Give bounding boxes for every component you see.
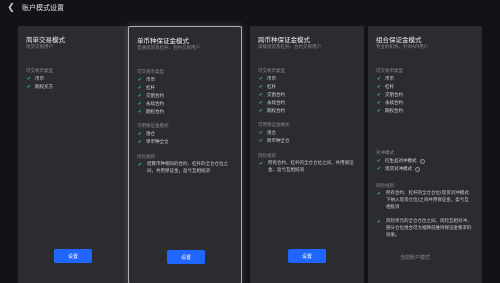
card-title: 简单交易模式: [26, 36, 65, 44]
page-title: 账户模式设置: [22, 4, 64, 12]
list-item: ✔ 单币种全仓: [137, 139, 169, 145]
list-item: ✔ 逐仓: [137, 131, 155, 137]
list-item: ✔ 币币: [137, 77, 155, 83]
list-item: ✔: [376, 219, 385, 225]
check-icon: ✔: [137, 109, 143, 115]
list-item: ✔ 逐仓: [258, 130, 276, 136]
back-arrow-icon[interactable]: ❮: [6, 1, 16, 15]
check-icon: ✔: [26, 84, 32, 90]
section-label: 对冲模式: [376, 151, 394, 156]
card-portfolio-margin: 组合保证金模式 专业的机构、针对API用户 可交易币类型 ✔ 币币 ✔ 杠杆 ✔ 交割…: [368, 26, 482, 283]
section-label: 可用保证金模式: [137, 124, 169, 129]
list-item: ✔: [376, 191, 385, 197]
info-icon[interactable]: i: [415, 166, 420, 172]
list-item: ✔ 永续合约: [258, 100, 285, 106]
check-icon: ✔: [137, 131, 143, 137]
check-icon: ✔: [258, 108, 264, 114]
list-item: ✔ 期权合约: [137, 109, 164, 115]
check-icon: ✔: [258, 92, 264, 98]
card-subtitle: 普通现货及杠杆、合约交易用户: [137, 46, 200, 51]
list-item: ✔ 期权买方: [26, 84, 53, 90]
list-item: ✔: [137, 162, 146, 168]
risk-rule-text: 所有合约、杠杆的全仓仓位之间，共用保证金，盈亏互相抵消: [268, 161, 354, 173]
check-icon: ✔: [376, 166, 382, 172]
card-title: 跨币种保证金模式: [258, 36, 310, 44]
card-subtitle: 高级现货及杠杆、合约交易用户: [258, 45, 321, 50]
card-single-currency-margin: 单币种保证金模式 普通现货及杠杆、合约交易用户 可交易币类型 ✔ 币币 ✔ 杠杆 ✔…: [128, 26, 242, 283]
list-item: ✔ 现货对冲模式 i: [376, 166, 420, 172]
list-item: ✔: [258, 161, 267, 167]
list-item: ✔ 期权合约: [376, 108, 403, 114]
check-icon: ✔: [376, 108, 382, 114]
list-item: ✔ 交割合约: [376, 92, 403, 98]
list-item: ✔ 杠杆: [376, 84, 394, 90]
list-item: ✔ 永续合约: [376, 100, 403, 106]
set-button[interactable]: 设置: [288, 249, 326, 263]
list-item: ✔ 币币: [258, 76, 276, 82]
list-item: ✔ 衍生品对冲模式 i: [376, 158, 425, 164]
card-subtitle: 专业的机构、针对API用户: [376, 45, 429, 50]
check-icon: ✔: [258, 76, 264, 82]
check-icon: ✔: [376, 100, 382, 106]
check-icon: ✔: [258, 138, 264, 144]
check-icon: ✔: [376, 158, 382, 164]
check-icon: ✔: [376, 84, 382, 90]
check-icon: ✔: [376, 76, 382, 82]
section-label: 可用保证金模式: [258, 123, 290, 128]
check-icon: ✔: [258, 84, 264, 90]
check-icon: ✔: [137, 77, 143, 83]
top-bar: ❮ 账户模式设置: [0, 0, 500, 16]
list-item: ✔ 交割合约: [258, 92, 285, 98]
list-item: ✔ 永续合约: [137, 101, 164, 107]
list-item: ✔ 杠杆: [137, 85, 155, 91]
check-icon: ✔: [137, 93, 143, 99]
set-button[interactable]: 设置: [54, 249, 92, 263]
section-label: 风险规则: [376, 184, 394, 189]
check-icon: ✔: [258, 130, 264, 136]
list-item: ✔ 期权合约: [258, 108, 285, 114]
list-item: ✔ 币币: [376, 76, 394, 82]
check-icon: ✔: [137, 85, 143, 91]
check-icon: ✔: [137, 139, 143, 145]
list-item: ✔ 交割合约: [137, 93, 164, 99]
check-icon: ✔: [26, 76, 32, 82]
section-label: 可交易币类型: [376, 69, 403, 74]
risk-rule-text: 所有合约、杠杆的全仓仓位(现货对冲模式下纳入现货仓位)之间共用保证金，盈亏互相抵…: [386, 191, 469, 210]
risk-rule-text: 结算币种相同的合约、杠杆的全仓仓位之间，共用保证金，盈亏互相抵消: [147, 162, 228, 174]
check-icon: ✔: [258, 161, 264, 167]
section-label: 可交易币类型: [137, 70, 164, 75]
check-icon: ✔: [376, 219, 382, 225]
risk-rule-text: 风险单元的全仓仓位之间，风险互相对冲，部分仓位组合可大幅降低维持保证金要求的效果…: [386, 219, 472, 238]
check-icon: ✔: [376, 92, 382, 98]
card-subtitle: 现货交易用户: [26, 45, 53, 50]
list-item: ✔ 杠杆: [258, 84, 276, 90]
card-cross-currency-margin: 跨币种保证金模式 高级现货及杠杆、合约交易用户 可交易币类型 ✔ 币币 ✔ 杠杆 ✔…: [250, 26, 364, 283]
card-title: 组合保证金模式: [376, 36, 422, 44]
card-title: 单币种保证金模式: [137, 37, 189, 45]
section-label: 风险规则: [258, 154, 276, 159]
section-label: 风险规则: [137, 155, 155, 160]
check-icon: ✔: [258, 100, 264, 106]
list-item: ✔ 跨币种全仓: [258, 138, 290, 144]
section-label: 可交易币类型: [258, 69, 285, 74]
set-button[interactable]: 设置: [167, 250, 205, 264]
list-item: ✔ 币币: [26, 76, 44, 82]
info-icon[interactable]: i: [419, 158, 425, 164]
check-icon: ✔: [137, 162, 143, 168]
card-simple-mode: 简单交易模式 现货交易用户 可交易币类型 ✔ 币币 ✔ 期权买方 设置: [18, 26, 132, 283]
section-label: 可交易币类型: [26, 69, 53, 74]
check-icon: ✔: [376, 191, 382, 197]
check-icon: ✔: [137, 101, 143, 107]
current-mode-label: 当前账户模式: [400, 255, 431, 261]
